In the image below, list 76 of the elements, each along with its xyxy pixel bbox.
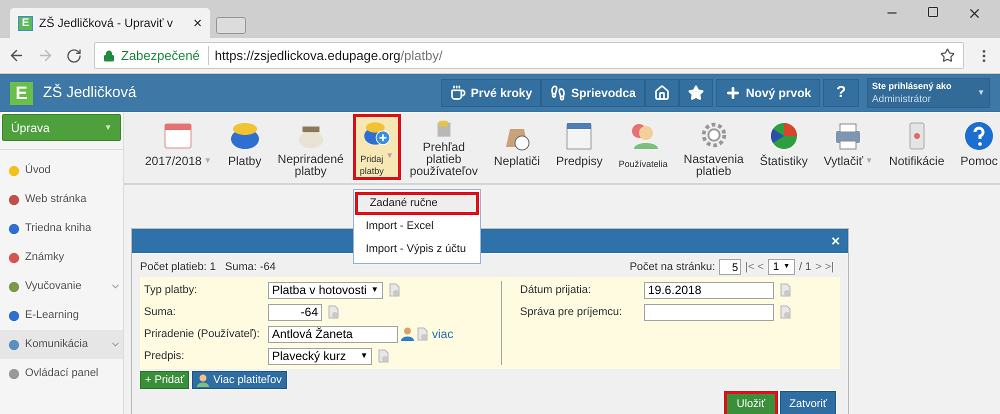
toolbar-button[interactable]: Vytlačiť ▼ [816, 114, 880, 180]
sidebar-item[interactable]: Triedna kniha [0, 214, 123, 243]
menu-item[interactable]: Import - Výpis z účtu [354, 238, 480, 261]
sidebar-item[interactable]: Web stránka [0, 185, 123, 214]
toolbar-button[interactable]: Neplatiči [486, 114, 547, 180]
close-tab-button[interactable]: × [193, 16, 202, 30]
toolbar-button[interactable]: Nastavenia platieb [676, 114, 751, 180]
home-button[interactable] [644, 79, 679, 107]
toolbar-button[interactable]: Platby [220, 114, 269, 180]
address-field[interactable]: Zabezpečené https://zsjedlickova.edupage.org/platby/ [94, 42, 964, 69]
bookmark-icon[interactable] [940, 48, 955, 63]
page-total: / 1 [799, 260, 812, 274]
select-field[interactable]: Platba v hotovosti ▼ [268, 282, 383, 298]
toolbar-button[interactable]: Notifikácie [882, 114, 952, 180]
close-dialog-button[interactable]: × [831, 234, 840, 248]
toolbar-button[interactable]: Prehľad platieb používateľov [402, 114, 485, 180]
maximize-icon[interactable] [927, 6, 939, 18]
sidebar-item[interactable]: Úvod [0, 156, 123, 185]
sidebar-item[interactable]: Ovládací panel [0, 359, 123, 388]
person-icon[interactable] [401, 327, 414, 341]
user-menu[interactable]: Ste prihlásený ako Administrátor ▼ [867, 78, 990, 108]
site-logo: E [18, 16, 33, 30]
cup-icon [450, 85, 466, 101]
caret-icon: ▼ [977, 87, 985, 99]
field-label: Správa pre príjemcu: [520, 304, 624, 320]
back-icon[interactable] [8, 47, 25, 64]
amount-field[interactable]: -64 [268, 304, 322, 320]
toolbar-button[interactable]: Pridaj platby ▼ [352, 114, 401, 180]
close-button[interactable]: Zatvoriť [780, 391, 836, 414]
home-icon [654, 85, 670, 101]
sidebar-item[interactable]: E-Learning [0, 301, 123, 330]
caret-icon: ▼ [865, 155, 874, 167]
field-label: Priradenie (Používateľ): [144, 326, 261, 342]
payment-summary: Počet platieb: 1 Suma: -64 [140, 260, 276, 274]
more-payers-button[interactable]: Viac platiteľov [192, 371, 287, 389]
toolbar-button[interactable]: Predpisy [548, 114, 610, 180]
save-button[interactable]: Uložiť [724, 391, 778, 414]
next-last-links[interactable]: > >| [815, 258, 834, 275]
sidebar-item[interactable]: Známky [0, 243, 123, 272]
browser-tab[interactable]: E ZŠ Jedličková - Upraviť v × [10, 8, 210, 38]
reload-icon[interactable] [66, 48, 82, 64]
header-button[interactable]: Nový prvok [716, 79, 820, 107]
field-label: Predpis: [144, 348, 186, 364]
text-field[interactable]: 19.6.2018 [644, 282, 774, 298]
text-field[interactable] [644, 304, 774, 320]
field-label: Suma: [144, 304, 177, 320]
first-previous-links[interactable]: |< < [745, 258, 764, 275]
user-field[interactable]: Antlová Žaneta [268, 326, 398, 342]
menu-item[interactable]: Zadané ručne [354, 192, 479, 215]
close-icon[interactable] [967, 6, 982, 21]
sidebar-item[interactable]: Vyučovanie [0, 272, 123, 301]
toolbar-button[interactable]: 2017/2018 ▼ [138, 114, 219, 180]
field-label: Dátum prijatia: [520, 282, 592, 298]
sidebar-item[interactable]: Komunikácia [0, 330, 123, 359]
toolbar-button[interactable]: Nepriradené platby [270, 114, 351, 180]
toolbar-button[interactable]: Štatistiky [752, 114, 815, 180]
person-icon [197, 374, 210, 386]
per-page-label: Počet na stránku: [630, 260, 716, 274]
more-link[interactable]: viac [432, 325, 454, 343]
new-tab-button[interactable] [216, 17, 246, 34]
toolbar-button[interactable]: Používatelia [612, 114, 675, 180]
school-name: ZŠ Jedličková [43, 82, 136, 103]
menu-item[interactable]: Import - Excel [354, 215, 480, 238]
add-button[interactable]: + Pridať [140, 371, 190, 389]
favorites-button[interactable] [678, 79, 713, 107]
toolbar-button[interactable]: Pomoc [953, 114, 1000, 180]
plus-icon [724, 85, 741, 101]
header-button[interactable]: Prvé kroky [440, 79, 542, 107]
caret-icon: ▼ [386, 150, 394, 162]
per-page-field[interactable]: 5 [719, 258, 742, 275]
lock-icon [103, 50, 115, 62]
field-label: Typ platby: [144, 282, 198, 298]
select-field[interactable]: Plavecký kurz ▼ [268, 348, 372, 364]
help-button[interactable]: ? [823, 79, 859, 107]
header-button[interactable]: Sprievodca [541, 79, 645, 107]
caret-icon: ▼ [204, 155, 212, 167]
